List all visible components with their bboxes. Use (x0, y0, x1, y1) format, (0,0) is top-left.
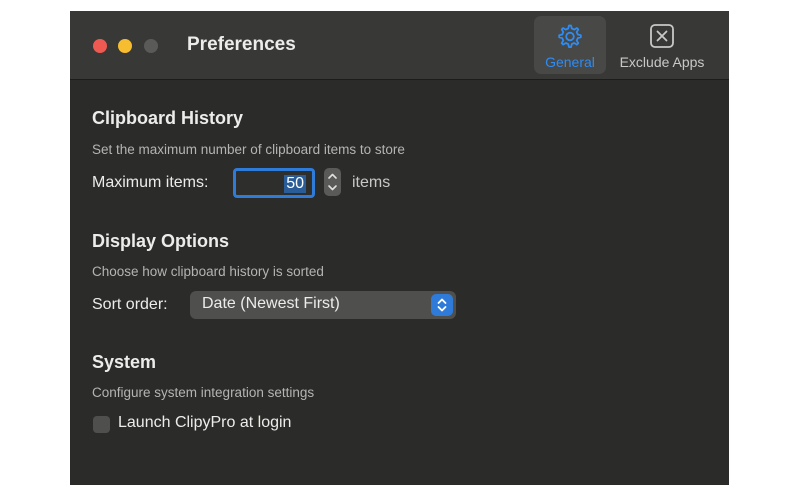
tab-general-label: General (545, 54, 595, 70)
close-window-button[interactable] (93, 39, 107, 53)
clipboard-history-description: Set the maximum number of clipboard item… (92, 142, 405, 157)
maximum-items-label: Maximum items: (92, 174, 209, 191)
sort-order-value: Date (Newest First) (202, 295, 340, 312)
launch-at-login-checkbox[interactable] (93, 416, 110, 433)
sort-order-label: Sort order: (92, 296, 168, 313)
tab-general[interactable]: General (534, 16, 606, 74)
items-unit-label: items (352, 174, 391, 191)
titlebar: Preferences General Exclude Apps (70, 11, 729, 80)
zoom-window-button[interactable] (144, 39, 158, 53)
gear-icon (556, 22, 584, 50)
window-title: Preferences (187, 34, 296, 55)
minimize-window-button[interactable] (118, 39, 132, 53)
clipboard-history-heading: Clipboard History (92, 108, 244, 128)
tab-exclude-apps-label: Exclude Apps (619, 54, 705, 70)
launch-at-login-label[interactable]: Launch ClipyPro at login (118, 414, 291, 432)
system-heading: System (92, 352, 157, 372)
chevron-up-down-icon (431, 294, 453, 316)
display-options-description: Choose how clipboard history is sorted (92, 264, 324, 279)
maximum-items-input[interactable]: 50 (233, 168, 315, 198)
preferences-window: Preferences General Exclude Apps Clipboa… (70, 11, 729, 485)
maximum-items-value: 50 (284, 175, 306, 193)
system-description: Configure system integration settings (92, 385, 315, 400)
tab-exclude-apps[interactable]: Exclude Apps (612, 16, 712, 74)
x-square-icon (648, 22, 676, 50)
maximum-items-stepper[interactable] (324, 168, 341, 196)
display-options-heading: Display Options (92, 231, 230, 251)
sort-order-select[interactable]: Date (Newest First) (190, 291, 456, 319)
